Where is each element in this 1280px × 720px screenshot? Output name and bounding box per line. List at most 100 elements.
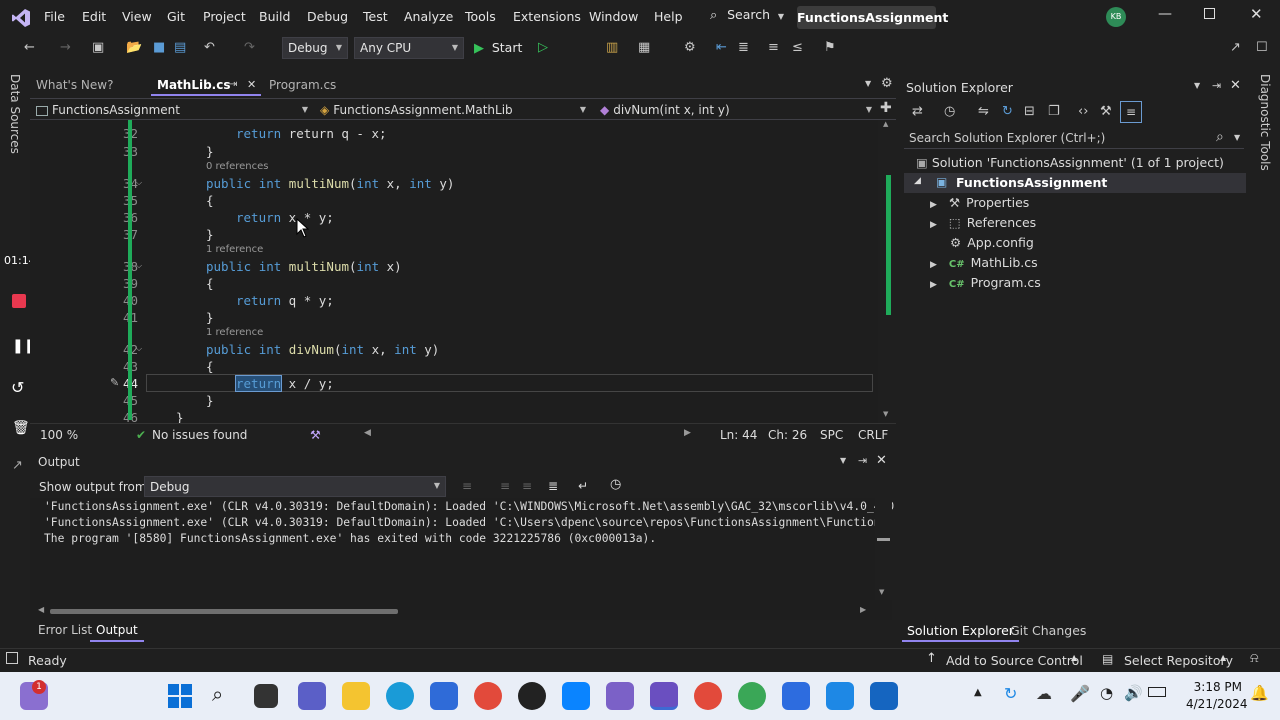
battery-icon[interactable]	[1148, 687, 1166, 697]
tab-list-dropdown-icon[interactable]: ▼	[865, 79, 871, 88]
collapsed-chevron-icon[interactable]: ▶	[930, 200, 937, 210]
collapse-all-icon[interactable]: ⊟	[1024, 104, 1035, 119]
close-pane-icon[interactable]: ✕	[876, 453, 887, 468]
menu-file[interactable]: File	[44, 9, 65, 24]
collapse-chevron-icon[interactable]: ⌵	[136, 344, 142, 354]
tree-item-mathlib[interactable]: ▶ C# MathLib.cs	[930, 255, 1038, 270]
refresh-icon[interactable]: ↻	[1002, 104, 1013, 119]
teams-chat-icon[interactable]	[298, 682, 326, 710]
code-icon[interactable]: ‹›	[1078, 104, 1088, 119]
sync-tray-icon[interactable]: ↻	[1004, 684, 1017, 703]
tree-item-program[interactable]: ▶ C# Program.cs	[930, 275, 1041, 290]
project-dropdown[interactable]: FunctionsAssignment ▼	[36, 101, 312, 119]
codelens-references[interactable]: 1 reference	[206, 244, 263, 255]
output-text-area[interactable]: 'FunctionsAssignment.exe' (CLR v4.0.3031…	[30, 498, 894, 620]
tray-overflow-icon[interactable]: ▲	[974, 687, 982, 698]
menu-git[interactable]: Git	[167, 9, 185, 24]
bookmark-icon[interactable]: ⚑	[824, 40, 836, 55]
split-icon[interactable]: ✚	[880, 100, 892, 116]
menu-analyze[interactable]: Analyze	[404, 9, 453, 24]
tree-project-row[interactable]: ◢ ▣ FunctionsAssignment	[904, 173, 1246, 193]
chrome-icon[interactable]	[474, 682, 502, 710]
start-without-debug-icon[interactable]: ▷	[538, 40, 548, 55]
scroll-right-icon[interactable]: ▶	[860, 605, 866, 614]
menu-help[interactable]: Help	[654, 9, 683, 24]
format-icon[interactable]: ≣	[738, 40, 749, 55]
tab-git-changes[interactable]: Git Changes	[1010, 623, 1086, 638]
diagnostic-tools-tab[interactable]: Diagnostic Tools	[1258, 74, 1272, 171]
menu-build[interactable]: Build	[259, 9, 290, 24]
brush-icon[interactable]: ⚒	[310, 428, 321, 442]
codelens-references[interactable]: 0 references	[206, 161, 269, 172]
add-to-source-control[interactable]: Add to Source Control	[946, 653, 1083, 668]
config-dropdown[interactable]: Debug ▼	[282, 37, 348, 59]
scroll-left-icon[interactable]: ◀	[364, 428, 371, 438]
close-pane-icon[interactable]: ✕	[1230, 78, 1241, 93]
avatar[interactable]: KB	[1106, 7, 1126, 27]
feedback-icon[interactable]: ☐	[1256, 40, 1268, 55]
step-icon[interactable]: ⇤	[716, 40, 727, 55]
windows-start-icon[interactable]	[168, 684, 192, 708]
member-dropdown[interactable]: ◆ divNum(int x, int y) ▼	[600, 101, 876, 119]
notifications-bell-icon[interactable]: 🔔	[1250, 684, 1269, 702]
line-ending[interactable]: CRLF	[858, 428, 888, 442]
close-icon[interactable]: ✕	[1250, 5, 1263, 23]
chevron-down-icon[interactable]: ▼	[840, 456, 846, 465]
whitespace-mode[interactable]: SPC	[820, 428, 843, 442]
menu-view[interactable]: View	[122, 9, 152, 24]
collapse-icon[interactable]: ↗	[12, 458, 23, 473]
collapsed-chevron-icon[interactable]: ▶	[930, 220, 937, 230]
chrome-profile-icon[interactable]	[738, 682, 766, 710]
visual-studio-icon[interactable]	[606, 682, 634, 710]
wifi-icon[interactable]: ◔	[1100, 684, 1113, 702]
word-wrap-icon[interactable]: ↵	[578, 479, 588, 493]
comment-icon[interactable]: ≤	[792, 40, 803, 55]
layout-icon[interactable]: ▦	[638, 40, 650, 55]
properties-wrench-icon[interactable]: ⚒	[1100, 104, 1112, 119]
clock-time[interactable]: 3:18 PM	[1192, 680, 1242, 694]
scroll-thumb[interactable]	[50, 609, 398, 614]
goto-prev-icon[interactable]: ≡	[462, 479, 472, 493]
notes-icon[interactable]	[782, 682, 810, 710]
chrome-profile-icon[interactable]	[694, 682, 722, 710]
tab-output[interactable]: Output	[90, 620, 144, 642]
preview-icon[interactable]: ≡	[1120, 101, 1142, 123]
menu-test[interactable]: Test	[363, 9, 388, 24]
switch-views-icon[interactable]: ⇋	[978, 104, 989, 119]
select-repository[interactable]: Select Repository	[1124, 653, 1233, 668]
solution-search-input[interactable]: Search Solution Explorer (Ctrl+;) ⌕ ▼	[904, 128, 1244, 149]
restart-icon[interactable]: ↺	[11, 378, 24, 397]
scroll-left-icon[interactable]: ◀	[38, 605, 44, 614]
close-tab-icon[interactable]: ✕	[247, 74, 256, 96]
menu-tools[interactable]: Tools	[465, 9, 496, 24]
tree-item-references[interactable]: ▶ ⬚ References	[930, 215, 1036, 230]
find-icon[interactable]: ≡	[522, 479, 532, 493]
scroll-right-icon[interactable]: ▶	[684, 428, 691, 438]
platform-dropdown[interactable]: Any CPU ▼	[354, 37, 464, 59]
menu-extensions[interactable]: Extensions	[513, 9, 581, 24]
collapsed-chevron-icon[interactable]: ▶	[930, 280, 937, 290]
tab-mathlib[interactable]: MathLib.cs ⇥ ✕	[151, 74, 261, 96]
pin-icon[interactable]: ⇥	[229, 74, 237, 96]
codelens-references[interactable]: 1 reference	[206, 327, 263, 338]
save-icon[interactable]: ■	[153, 40, 165, 56]
save-all-icon[interactable]: ▤	[174, 40, 186, 56]
data-sources-tab[interactable]: Data Sources	[8, 74, 22, 154]
open-icon[interactable]: 📂	[126, 40, 142, 56]
restore-icon[interactable]	[1204, 8, 1215, 19]
search-icon[interactable]: ⌕	[212, 682, 223, 706]
cloud-icon[interactable]: ☁	[1036, 684, 1052, 703]
goto-next-icon[interactable]: ≡	[500, 479, 510, 493]
pin-icon[interactable]: ⇥	[858, 454, 867, 467]
store-icon[interactable]	[430, 682, 458, 710]
menu-debug[interactable]: Debug	[307, 9, 348, 24]
volume-icon[interactable]: 🔊	[1124, 684, 1143, 702]
scroll-down-icon[interactable]: ▼	[879, 588, 884, 596]
clear-all-icon[interactable]: ≣	[548, 479, 558, 493]
menu-edit[interactable]: Edit	[82, 9, 106, 24]
editor-vertical-scrollbar[interactable]: ▲ ▼	[878, 120, 896, 423]
search-button[interactable]: ⌕ Search ▼	[710, 7, 784, 27]
scroll-thumb[interactable]	[877, 538, 890, 541]
start-button[interactable]: ▶ Start	[474, 40, 522, 58]
tab-program[interactable]: Program.cs	[263, 74, 373, 96]
